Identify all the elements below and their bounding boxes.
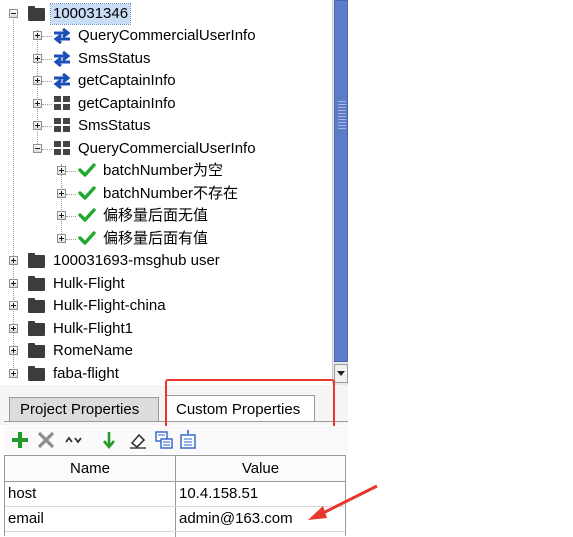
folder-icon: [28, 320, 46, 336]
add-icon[interactable]: [10, 430, 30, 450]
tree-node-label: RomeName: [53, 342, 134, 359]
tree-node-label: Hulk-Flight1: [53, 320, 134, 337]
annotation-highlight-box: [165, 379, 335, 429]
tree-node-testcase[interactable]: 偏移量后面有值: [0, 228, 332, 250]
checkmark-icon: [78, 208, 96, 222]
tree-node-label: batchNumber不存在: [103, 185, 239, 202]
collapse-icon[interactable]: [9, 9, 18, 18]
tree-node-interface[interactable]: QueryCommercialUserInfo: [0, 25, 332, 47]
tree-node-project[interactable]: 100031693-msghub user: [0, 250, 332, 272]
grid-icon: [54, 118, 72, 134]
delete-icon[interactable]: [36, 430, 56, 450]
move-down-icon[interactable]: [99, 430, 119, 450]
tree-node-label: 偏移量后面无值: [103, 207, 209, 224]
swap-arrows-icon: [53, 28, 71, 44]
tree-node-project[interactable]: RomeName: [0, 340, 332, 362]
folder-icon: [28, 297, 46, 313]
expand-icon[interactable]: [9, 279, 18, 288]
expand-icon[interactable]: [57, 166, 66, 175]
tree-node-testsuite[interactable]: QueryCommercialUserInfo: [0, 138, 332, 160]
expand-icon[interactable]: [33, 54, 42, 63]
tree-node-label: Hulk-Flight: [53, 275, 125, 292]
move-up-down-icon[interactable]: [64, 430, 84, 450]
expand-icon[interactable]: [57, 211, 66, 220]
tree-node-label: QueryCommercialUserInfo: [78, 140, 256, 157]
scrollbar-thumb[interactable]: [334, 0, 348, 362]
expand-icon[interactable]: [9, 346, 18, 355]
grip-icon: [338, 99, 346, 129]
tree-node-label: SmsStatus: [78, 117, 151, 134]
checkmark-icon: [78, 186, 96, 200]
expand-icon[interactable]: [57, 189, 66, 198]
property-name-cell[interactable]: host: [5, 482, 174, 506]
swap-arrows-icon: [53, 51, 71, 67]
expand-icon[interactable]: [33, 31, 42, 40]
expand-icon[interactable]: [33, 76, 42, 85]
collapse-icon[interactable]: [33, 144, 42, 153]
project-tree[interactable]: 100031346 QueryCommercialUserInfo SmsSta…: [0, 0, 332, 385]
folder-icon: [28, 275, 46, 291]
tree-node-testsuite[interactable]: getCaptainInfo: [0, 93, 332, 115]
checkmark-icon: [78, 163, 96, 177]
tree-node-project[interactable]: Hulk-Flight1: [0, 318, 332, 340]
tree-node-label: 偏移量后面有值: [103, 230, 209, 247]
tree-node-testcase[interactable]: 偏移量后面无值: [0, 205, 332, 227]
tree-node-label: QueryCommercialUserInfo: [78, 27, 256, 44]
tree-node-label: faba-flight: [53, 365, 119, 382]
grid-icon: [54, 141, 72, 157]
tree-node-label: Hulk-Flight-china: [53, 297, 166, 314]
expand-icon[interactable]: [33, 121, 42, 130]
swap-arrows-icon: [53, 73, 71, 89]
properties-toolbar: [4, 426, 348, 454]
expand-icon[interactable]: [9, 369, 18, 378]
tree-node-label: batchNumber为空: [103, 162, 224, 179]
tree-node-project[interactable]: 100031346: [0, 3, 332, 25]
clear-icon[interactable]: [128, 430, 148, 450]
tree-node-label: getCaptainInfo: [78, 95, 176, 112]
save-properties-icon[interactable]: [178, 430, 198, 450]
folder-icon: [28, 342, 46, 358]
folder-icon: [28, 365, 46, 381]
tree-node-interface[interactable]: getCaptainInfo: [0, 70, 332, 92]
tree-node-label: 100031693-msghub user: [53, 252, 220, 269]
tree-node-project[interactable]: Hulk-Flight: [0, 273, 332, 295]
tree-node-testcase[interactable]: batchNumber为空: [0, 160, 332, 182]
load-properties-icon[interactable]: [154, 430, 174, 450]
grid-icon: [54, 96, 72, 112]
annotation-arrow-icon: [308, 484, 378, 520]
soapui-navigator-panel: 100031346 QueryCommercialUserInfo SmsSta…: [0, 0, 573, 537]
tab-project-properties[interactable]: Project Properties: [9, 397, 159, 421]
column-header-name[interactable]: Name: [5, 456, 175, 482]
expand-icon[interactable]: [57, 234, 66, 243]
folder-icon: [28, 252, 46, 268]
folder-icon: [28, 5, 46, 21]
expand-icon[interactable]: [9, 324, 18, 333]
tree-node-label: 100031346: [49, 3, 132, 25]
tree-scrollbar[interactable]: [332, 0, 348, 385]
tree-node-interface[interactable]: SmsStatus: [0, 48, 332, 70]
scroll-down-icon[interactable]: [334, 364, 348, 383]
tree-node-label: SmsStatus: [78, 50, 151, 67]
property-name-cell[interactable]: email: [5, 507, 174, 531]
expand-icon[interactable]: [33, 99, 42, 108]
column-header-value[interactable]: Value: [176, 456, 345, 482]
custom-properties-table: Name Value host 10.4.158.51 email admin@…: [4, 455, 346, 537]
tree-node-label: getCaptainInfo: [78, 72, 176, 89]
expand-icon[interactable]: [9, 256, 18, 265]
tree-node-project[interactable]: Hulk-Flight-china: [0, 295, 332, 317]
expand-icon[interactable]: [9, 301, 18, 310]
tree-node-testcase[interactable]: batchNumber不存在: [0, 183, 332, 205]
tree-node-testsuite[interactable]: SmsStatus: [0, 115, 332, 137]
checkmark-icon: [78, 231, 96, 245]
